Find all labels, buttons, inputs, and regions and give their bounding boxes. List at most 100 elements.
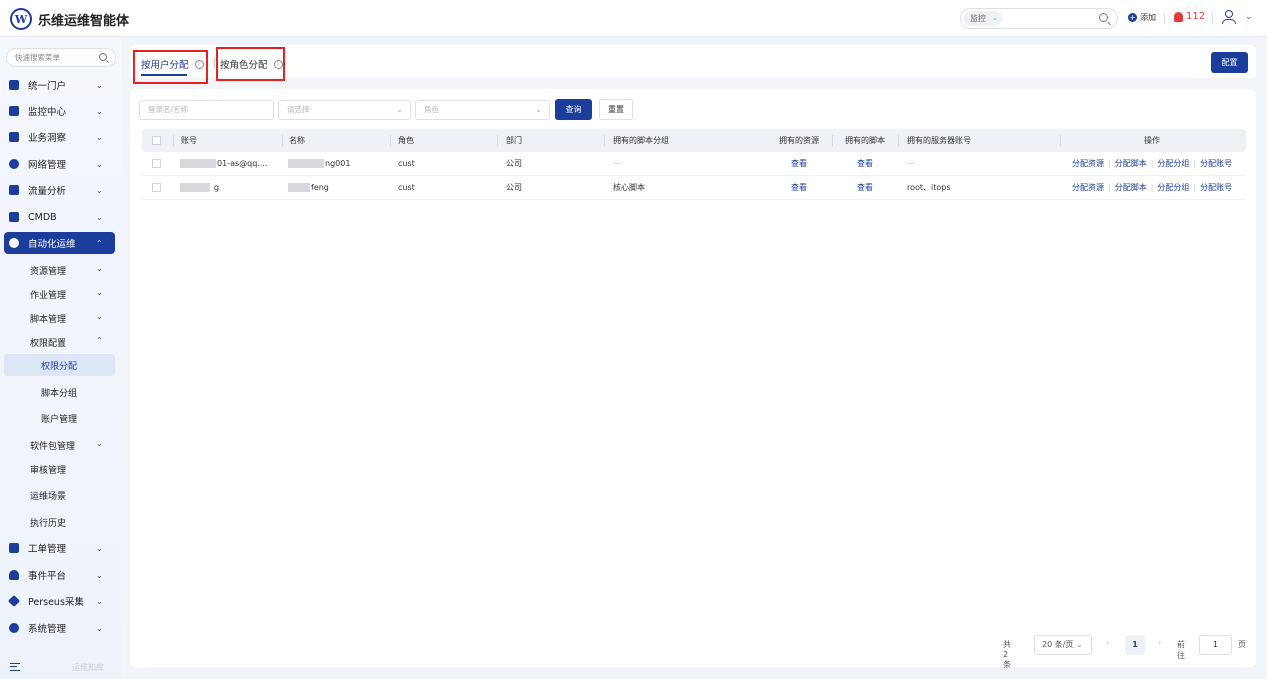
sidebar-subitem-label: 审核管理 [30,466,67,476]
table-header: 账号 名称 角色 部门 拥有的脚本分组 拥有的资源 拥有的脚本 拥有的服务器账号… [142,129,1246,152]
assign-group-link[interactable]: 分配分组 [1157,176,1189,200]
menu-collapse-icon[interactable] [10,663,20,671]
assign-resource-link[interactable]: 分配资源 [1072,152,1104,176]
sidebar-item-label: 流量分析 [28,186,67,197]
app-logo-icon[interactable]: W [10,8,32,30]
chevron-down-icon[interactable]: ⌄ [1245,12,1253,22]
alert-count: 112 [1186,11,1206,22]
assign-script-link[interactable]: 分配脚本 [1115,176,1147,200]
header-account: 账号 [181,136,197,145]
redacted-block [288,183,310,192]
sidebar-subitem-label: 资源管理 [30,267,67,277]
assign-script-link[interactable]: 分配脚本 [1115,152,1147,176]
select-all-checkbox[interactable] [152,136,161,145]
search-scope-label: 监控 [970,14,986,23]
add-button[interactable]: + 添加 [1128,12,1156,23]
row-actions: 分配资源 | 分配脚本 | 分配分组 | 分配账号 [1072,152,1232,176]
sidebar-item-monitor[interactable]: 监控中心 ⌄ [4,100,115,122]
sidebar-item-event[interactable]: 事件平台 ⌄ [4,564,115,586]
reset-button[interactable]: 重置 [599,99,633,120]
chevron-down-icon: ⌄ [96,596,103,606]
global-search-input[interactable]: 监控 ⌄ [960,8,1118,29]
sidebar-subitem-permission-assign[interactable]: 权限分配 [4,354,115,376]
row-checkbox[interactable] [152,159,161,168]
gear-icon [9,238,19,248]
sidebar-item-network[interactable]: 网络管理 ⌄ [4,153,115,175]
sidebar-item-traffic[interactable]: 流量分析 ⌄ [4,179,115,201]
divider [214,58,215,68]
monitor-icon [9,106,19,116]
goto-page-input[interactable]: 1 [1199,635,1232,655]
sidebar-subitem-script-group[interactable]: 脚本分组 [4,381,115,403]
sidebar-item-perseus[interactable]: Perseus采集 ⌄ [4,590,115,612]
redacted-block [180,159,216,168]
next-page-button[interactable]: › [1158,638,1161,647]
divider [1164,13,1165,24]
row-checkbox[interactable] [152,183,161,192]
sidebar-subitem-label: 执行历史 [30,519,67,529]
sidebar-item-cmdb[interactable]: CMDB ⌄ [4,206,115,228]
sidebar-subitem-permission[interactable]: 权限配置 ⌃ [4,331,115,353]
chevron-down-icon: ⌄ [96,212,103,222]
goto-label: 前往 [1177,640,1185,660]
login-name-input[interactable]: 登录名/名称 [139,100,274,120]
sidebar-subitem-script[interactable]: 脚本管理 ⌄ [4,307,115,329]
prev-page-button[interactable]: ‹ [1106,638,1109,647]
sidebar-footer-text[interactable]: 运维知库 [72,662,104,673]
header-actions: 操作 [1144,136,1160,145]
view-resources-link[interactable]: 查看 [791,152,807,176]
gear-icon [9,623,19,633]
alert-bell-button[interactable]: 112 [1174,11,1205,22]
chevron-down-icon: ⌄ [96,543,103,553]
sidebar-subitem-scene[interactable]: 运维场景 [4,484,115,506]
page-size-select[interactable]: 20 条/页 ⌄ [1034,635,1092,655]
role-placeholder: 角色 [424,105,439,114]
sidebar-item-automation[interactable]: 自动化运维 ⌃ [4,232,115,254]
sidebar-subitem-audit[interactable]: 审核管理 [4,458,115,480]
query-button[interactable]: 查询 [555,99,592,120]
top-bar: W 乐维运维智能体 监控 ⌄ + 添加 112 ⌄ [0,0,1267,37]
sidebar-subitem-resource[interactable]: 资源管理 ⌄ [4,259,115,281]
menu-search-input[interactable]: 快速搜索菜单 [6,48,116,67]
chevron-down-icon: ⌄ [96,159,103,169]
sidebar-subitem-label: 作业管理 [30,291,67,301]
view-resources-link[interactable]: 查看 [791,176,807,200]
search-scope-select[interactable]: 监控 ⌄ [964,11,1002,26]
cell-name: feng [288,176,329,200]
user-icon[interactable] [1222,9,1236,25]
view-scripts-link[interactable]: 查看 [857,152,873,176]
assign-account-link[interactable]: 分配账号 [1200,176,1232,200]
view-scripts-link[interactable]: 查看 [857,176,873,200]
sidebar-subitem-history[interactable]: 执行历史 [4,511,115,533]
sidebar-item-label: 统一门户 [28,81,67,92]
chevron-down-icon: ⌄ [96,132,103,142]
sidebar: 快速搜索菜单 统一门户 ⌄ 监控中心 ⌄ 业务洞察 ⌄ 网络管理 ⌄ 流量分析 … [0,37,121,679]
app-title: 乐维运维智能体 [38,14,130,29]
header-resources: 拥有的资源 [779,136,819,145]
chevron-down-icon: ⌄ [96,106,103,116]
sidebar-item-system[interactable]: 系统管理 ⌄ [4,617,115,639]
sidebar-item-label: 业务洞察 [28,133,67,144]
sidebar-subitem-job[interactable]: 作业管理 ⌄ [4,283,115,305]
sidebar-subitem-package[interactable]: 软件包管理 ⌄ [4,434,115,456]
assign-group-link[interactable]: 分配分组 [1157,152,1189,176]
table-row: g feng cust 公司 核心脚本 查看 查看 root、itops 分配资… [142,176,1246,200]
sidebar-subitem-account[interactable]: 账户管理 [4,407,115,429]
page-suffix: 页 [1238,640,1246,649]
header-dept: 部门 [506,136,522,145]
sidebar-item-ticket[interactable]: 工单管理 ⌄ [4,537,115,559]
search-icon[interactable] [1099,13,1108,22]
config-button[interactable]: 配置 [1211,52,1248,73]
sidebar-item-label: 监控中心 [28,107,67,118]
assign-account-link[interactable]: 分配账号 [1200,152,1232,176]
sidebar-item-insight[interactable]: 业务洞察 ⌄ [4,126,115,148]
sidebar-item-portal[interactable]: 统一门户 ⌄ [4,74,115,96]
select-dropdown[interactable]: 请选择 ⌄ [278,100,411,120]
chevron-down-icon: ⌄ [535,105,542,114]
role-select[interactable]: 角色 ⌄ [415,100,550,120]
page-number-current[interactable]: 1 [1125,635,1145,655]
sidebar-subitem-label: 脚本管理 [30,315,67,325]
assign-resource-link[interactable]: 分配资源 [1072,176,1104,200]
insight-icon [9,132,19,142]
chevron-down-icon: ⌄ [96,623,103,633]
